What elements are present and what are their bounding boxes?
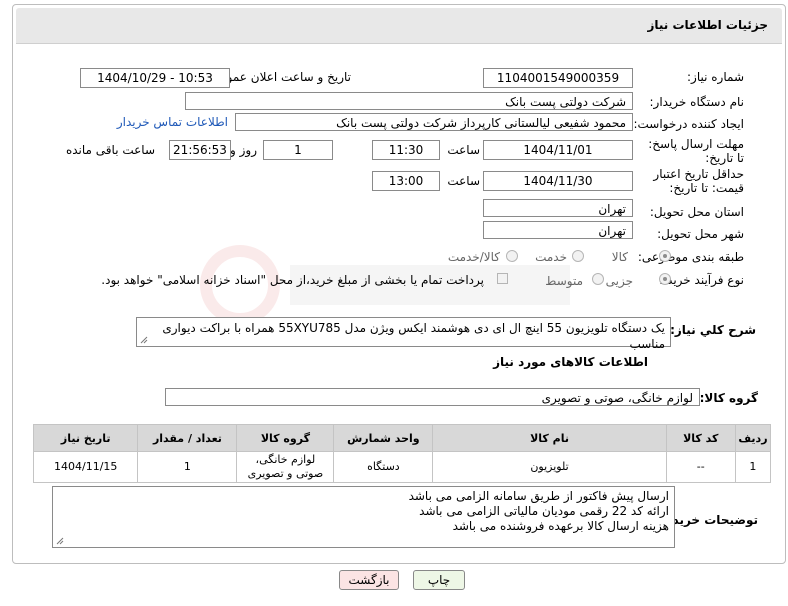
price-time-field: 13:00 bbox=[372, 171, 440, 191]
buyer-note-line-3: هزینه ارسال کالا برعهده فروشنده می باشد bbox=[452, 519, 669, 533]
back-button[interactable]: بازگشت bbox=[339, 570, 399, 590]
cell-name: تلویزیون bbox=[432, 451, 667, 483]
cell-row: 1 bbox=[734, 451, 772, 483]
remaining-time-field: 21:56:53 bbox=[169, 140, 231, 160]
province-label: استان محل تحویل: bbox=[649, 205, 744, 219]
goods-table-header: ردیف کد کالا نام کالا واحد شمارش گروه کا… bbox=[32, 424, 772, 452]
panel-header: جزئیات اطلاعات نیاز bbox=[16, 8, 782, 44]
payment-note: پرداخت تمام یا بخشی از مبلغ خرید،از محل … bbox=[101, 273, 484, 287]
category-goods-service-label: کالا/خدمت bbox=[447, 250, 500, 264]
need-number-field: 1104001549000359 bbox=[483, 68, 633, 88]
city-field: تهران bbox=[483, 221, 633, 239]
process-partial-label: جزیی bbox=[605, 274, 633, 288]
announce-field: 1404/10/29 - 10:53 bbox=[80, 68, 230, 88]
reply-deadline-label: مهلت ارسال پاسخ: تا تاریخ: bbox=[648, 137, 744, 165]
province-field: تهران bbox=[483, 199, 633, 217]
process-medium-label: متوسط bbox=[545, 274, 583, 288]
table-row: 1 -- تلویزیون دستگاه لوازم خانگی، صوتی و… bbox=[32, 451, 772, 483]
print-button[interactable]: چاپ bbox=[413, 570, 465, 590]
process-type-label: نوع فرآیند خرید : bbox=[659, 273, 744, 287]
page-title: جزئیات اطلاعات نیاز bbox=[647, 18, 768, 32]
price-date-field: 1404/11/30 bbox=[483, 171, 633, 191]
category-goods-label: کالا bbox=[611, 250, 628, 264]
days-field: 1 bbox=[263, 140, 333, 160]
resize-grip-icon[interactable] bbox=[56, 537, 64, 545]
cell-group-line2: صوتی و تصویری bbox=[247, 467, 324, 480]
need-number-label: شماره نیاز: bbox=[687, 70, 744, 84]
category-service-label: خدمت bbox=[535, 250, 567, 264]
cell-unit: دستگاه bbox=[333, 451, 434, 483]
general-desc-label: شرح کلي نياز: bbox=[670, 323, 756, 337]
buyer-org-label: نام دستگاه خریدار: bbox=[649, 95, 745, 109]
category-service-radio[interactable] bbox=[572, 250, 584, 262]
buyer-note-line-1: ارسال پیش فاکتور از طریق سامانه الزامی م… bbox=[408, 489, 669, 503]
goods-group-label: گروه کالا: bbox=[699, 391, 758, 405]
buyer-notes-textarea[interactable]: ارسال پیش فاکتور از طریق سامانه الزامی م… bbox=[52, 486, 675, 548]
goods-table: ردیف کد کالا نام کالا واحد شمارش گروه کا… bbox=[32, 424, 772, 483]
resize-grip-icon[interactable] bbox=[140, 336, 148, 344]
requester-field: محمود شفیعی لیالستانی کارپرداز شرکت دولت… bbox=[235, 113, 633, 131]
col-code: کد کالا bbox=[665, 424, 736, 452]
city-label: شهر محل تحویل: bbox=[657, 227, 744, 241]
price-time-label: ساعت bbox=[447, 174, 480, 188]
col-row: ردیف bbox=[734, 424, 772, 452]
process-partial-radio[interactable] bbox=[659, 273, 671, 285]
process-medium-radio[interactable] bbox=[592, 273, 604, 285]
cell-code: -- bbox=[665, 451, 736, 483]
goods-group-field: لوازم خانگی، صوتی و تصویری bbox=[165, 388, 700, 406]
col-group: گروه کالا bbox=[236, 424, 335, 452]
remaining-label: ساعت باقی مانده bbox=[65, 143, 155, 157]
reply-time-label: ساعت bbox=[447, 143, 480, 157]
price-validity-label: حداقل تاریخ اعتبار قیمت: تا تاریخ: bbox=[653, 167, 744, 195]
cell-group: لوازم خانگی، صوتی و تصویری bbox=[236, 451, 335, 483]
buyer-contact-link[interactable]: اطلاعات تماس خریدار bbox=[117, 115, 228, 129]
category-goods-radio[interactable] bbox=[659, 250, 671, 262]
cell-qty: 1 bbox=[137, 451, 238, 483]
treasury-checkbox[interactable] bbox=[497, 273, 508, 284]
cell-date: 1404/11/15 bbox=[32, 451, 139, 483]
general-desc-textarea[interactable]: یک دستگاه تلویزیون 55 اینچ ال ای دی هوشم… bbox=[136, 317, 671, 351]
category-goods-service-radio[interactable] bbox=[506, 250, 518, 262]
category-label: طبقه بندی موضوعی: bbox=[637, 250, 744, 264]
reply-time-field: 11:30 bbox=[372, 140, 440, 160]
days-label: روز و bbox=[230, 143, 257, 157]
col-qty: تعداد / مقدار bbox=[137, 424, 238, 452]
col-unit: واحد شمارش bbox=[333, 424, 434, 452]
goods-section-title: اطلاعات کالاهای مورد نیاز bbox=[493, 355, 648, 369]
requester-label: ایجاد کننده درخواست: bbox=[633, 117, 744, 131]
reply-date-field: 1404/11/01 bbox=[483, 140, 633, 160]
col-date: تاریخ نیاز bbox=[32, 424, 139, 452]
cell-group-line1: لوازم خانگی، bbox=[255, 453, 316, 466]
buyer-note-line-2: ارائه کد 22 رقمی مودیان مالیاتی الزامی م… bbox=[419, 504, 669, 518]
buyer-org-field: شرکت دولتی پست بانک bbox=[185, 92, 633, 110]
col-name: نام کالا bbox=[432, 424, 667, 452]
general-desc-text: یک دستگاه تلویزیون 55 اینچ ال ای دی هوشم… bbox=[162, 321, 665, 351]
